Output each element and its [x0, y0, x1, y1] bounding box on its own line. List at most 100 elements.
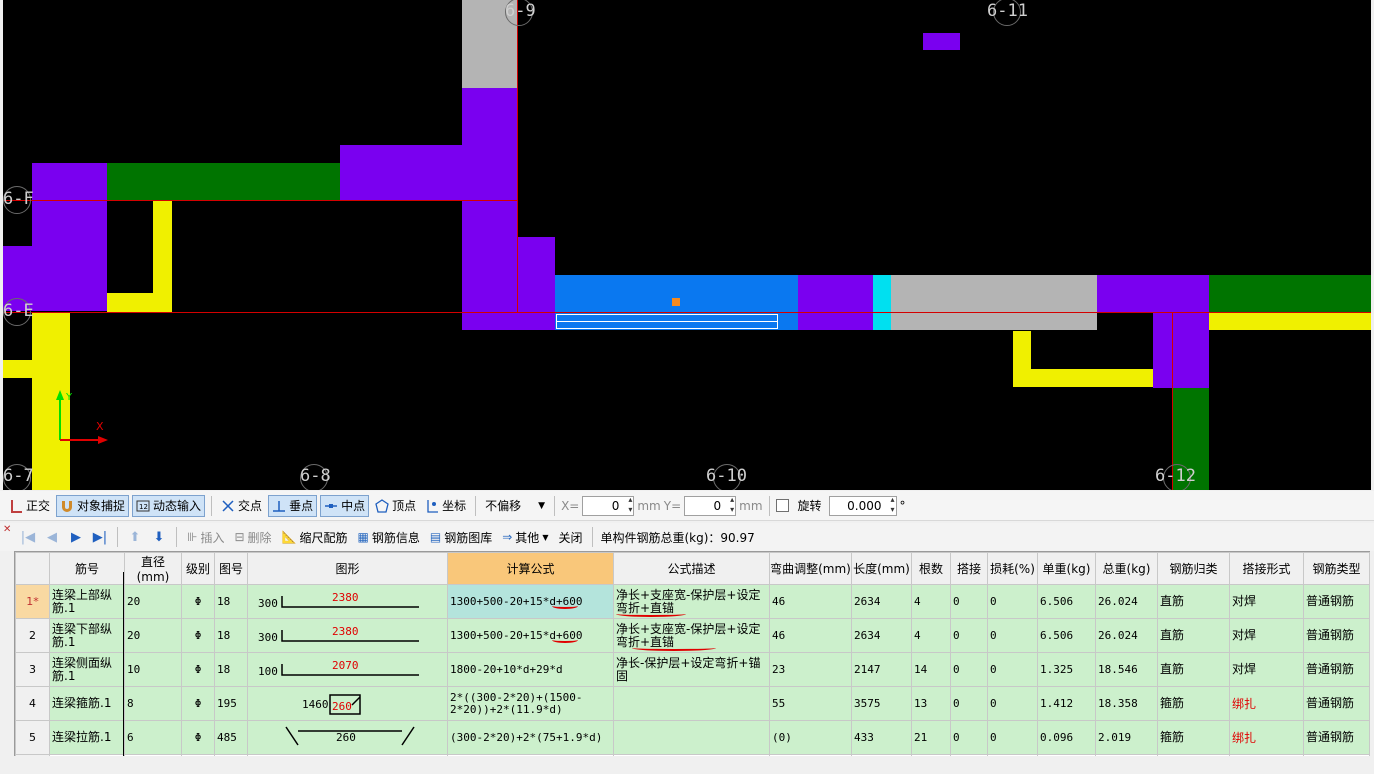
move-down-icon[interactable]: ⬇ — [149, 530, 169, 545]
prev-record-icon[interactable]: ◀ — [42, 530, 62, 545]
intersection-snap-button[interactable]: 交点 — [218, 495, 265, 517]
cell-bend[interactable]: 46 — [769, 584, 852, 619]
cell-figure-no[interactable]: 485 — [214, 720, 248, 755]
cell-total-weight[interactable]: 18.358 — [1095, 686, 1158, 721]
cell-figure-no[interactable]: 195 — [214, 686, 248, 721]
cell-lap[interactable]: 0 — [950, 652, 988, 687]
cell-category[interactable]: 直筋 — [1157, 652, 1230, 687]
cell-count[interactable]: 14 — [911, 652, 951, 687]
perpendicular-snap-button[interactable]: 垂点 — [268, 494, 318, 517]
cell-total-weight[interactable]: 26.024 — [1095, 584, 1158, 619]
row-number[interactable]: 1* — [15, 584, 50, 619]
column-header[interactable]: 损耗(%) — [987, 552, 1038, 585]
cell-bend[interactable]: (0) — [769, 720, 852, 755]
cell-category[interactable]: 箍筋 — [1157, 720, 1230, 755]
cell-unit-weight[interactable]: 6.506 — [1037, 584, 1096, 619]
first-record-icon[interactable]: |◀ — [18, 530, 38, 545]
cell-lap[interactable]: 0 — [950, 584, 988, 619]
cell-loss[interactable]: 0 — [987, 686, 1038, 721]
cell-figure[interactable]: 1460 260 — [247, 686, 448, 721]
close-button[interactable]: 关闭 — [555, 526, 585, 548]
cell-loss[interactable]: 0 — [987, 584, 1038, 619]
move-up-icon[interactable]: ⬆ — [125, 530, 145, 545]
cell-bend[interactable]: 46 — [769, 618, 852, 653]
cell-figure-no[interactable]: 18 — [214, 584, 248, 619]
cell-lap-type[interactable]: 对焊 — [1229, 652, 1304, 687]
cell-lap-type[interactable]: 对焊 — [1229, 618, 1304, 653]
column-header[interactable]: 筋号 — [49, 552, 125, 585]
rotate-checkbox[interactable] — [775, 499, 789, 512]
cell-figure[interactable]: 300 2380 — [247, 618, 448, 653]
column-header-active[interactable]: 计算公式 — [447, 552, 614, 585]
cell-rebar-type[interactable]: 普通钢筋 — [1303, 652, 1370, 687]
cell-diameter[interactable]: 8 — [124, 686, 182, 721]
column-header[interactable]: 钢筋类型 — [1303, 552, 1370, 585]
row-number[interactable]: 5 — [15, 720, 50, 755]
table-row[interactable]: 4 连梁箍筋.1 8 Φ 195 1460 260 2*((300-2*20)+… — [15, 686, 1370, 721]
cell-figure[interactable]: 300 2380 — [247, 584, 448, 619]
cell-formula[interactable]: 1300+500-20+15*d+600 — [447, 618, 614, 653]
cell-count[interactable]: 4 — [911, 584, 951, 619]
cell-name[interactable]: 连梁上部纵筋.1 — [49, 584, 125, 619]
cell-grade[interactable]: Φ — [181, 652, 215, 687]
cell-name[interactable]: 连梁侧面纵筋.1 — [49, 652, 125, 687]
cell-total-weight[interactable]: 2.019 — [1095, 720, 1158, 755]
cell-rebar-type[interactable]: 普通钢筋 — [1303, 686, 1370, 721]
column-header[interactable]: 根数 — [911, 552, 951, 585]
cell-length[interactable]: 2147 — [851, 652, 912, 687]
cell-category[interactable]: 箍筋 — [1157, 686, 1230, 721]
cell-unit-weight[interactable]: 6.506 — [1037, 618, 1096, 653]
insert-button[interactable]: ⊪ 插入 — [184, 526, 227, 548]
column-header[interactable]: 总重(kg) — [1095, 552, 1158, 585]
row-number[interactable]: 3 — [15, 652, 50, 687]
object-snap-button[interactable]: 对象捕捉 — [56, 494, 130, 517]
table-row[interactable]: 3 连梁侧面纵筋.1 10 Φ 18 100 2070 1800-20+10*d… — [15, 652, 1370, 687]
cell-count[interactable]: 21 — [911, 720, 951, 755]
cell-loss[interactable]: 0 — [987, 618, 1038, 653]
cell-formula[interactable]: 2*((300-2*20)+(1500-2*20))+2*(11.9*d) — [447, 686, 614, 721]
cell-description[interactable] — [613, 720, 770, 755]
cell-figure-no[interactable]: 18 — [214, 652, 248, 687]
cell-diameter[interactable]: 10 — [124, 652, 182, 687]
cad-drawing-canvas[interactable]: 6-9 6-11 6-F 6-E 6-7 6-8 6-10 6-12 Y X — [3, 0, 1371, 490]
cell-lap-type[interactable]: 绑扎 — [1229, 686, 1304, 721]
column-header[interactable]: 级别 — [181, 552, 215, 585]
column-header[interactable]: 搭接 — [950, 552, 988, 585]
cell-diameter[interactable]: 6 — [124, 720, 182, 755]
cell-total-weight[interactable]: 18.546 — [1095, 652, 1158, 687]
cell-category[interactable]: 直筋 — [1157, 584, 1230, 619]
column-header[interactable]: 图号 — [214, 552, 248, 585]
cell-grade[interactable]: Φ — [181, 686, 215, 721]
column-header[interactable]: 公式描述 — [613, 552, 770, 585]
next-record-icon[interactable]: ▶ — [66, 530, 86, 545]
cell-length[interactable]: 2634 — [851, 618, 912, 653]
rebar-library-button[interactable]: ▤ 钢筋图库 — [427, 526, 495, 548]
cell-description[interactable]: 净长+支座宽-保护层+设定弯折+直锚 — [613, 618, 770, 653]
cell-length[interactable]: 3575 — [851, 686, 912, 721]
vertex-snap-button[interactable]: 顶点 — [372, 495, 419, 517]
column-header[interactable]: 直径(mm) — [124, 552, 182, 585]
cell-name[interactable]: 连梁拉筋.1 — [49, 720, 125, 755]
beam-grip-point[interactable] — [672, 298, 680, 306]
other-menu-button[interactable]: ⇒ 其他 ▼ — [499, 526, 551, 548]
cell-name[interactable]: 连梁箍筋.1 — [49, 686, 125, 721]
cell-formula[interactable]: 1300+500-20+15*d+600 — [447, 584, 614, 619]
cell-length[interactable]: 433 — [851, 720, 912, 755]
cell-formula[interactable]: (300-2*20)+2*(75+1.9*d) — [447, 720, 614, 755]
cell-count[interactable]: 4 — [911, 618, 951, 653]
column-header[interactable]: 搭接形式 — [1229, 552, 1304, 585]
cell-grade[interactable]: Φ — [181, 618, 215, 653]
row-number[interactable]: 4 — [15, 686, 50, 721]
column-header[interactable]: 钢筋归类 — [1157, 552, 1230, 585]
cell-name[interactable]: 连梁下部纵筋.1 — [49, 618, 125, 653]
column-header[interactable]: 弯曲调整(mm) — [769, 552, 852, 585]
rotate-input[interactable]: 0.000 — [828, 495, 897, 516]
cell-diameter[interactable]: 20 — [124, 584, 182, 619]
cell-figure[interactable]: 260 — [247, 720, 448, 755]
cell-rebar-type[interactable]: 普通钢筋 — [1303, 584, 1370, 619]
offset-select[interactable]: 不偏移 ▼ — [482, 495, 548, 517]
column-header[interactable]: 长度(mm) — [851, 552, 912, 585]
midpoint-snap-button[interactable]: 中点 — [320, 494, 370, 517]
cell-figure[interactable]: 100 2070 — [247, 652, 448, 687]
cell-unit-weight[interactable]: 1.412 — [1037, 686, 1096, 721]
